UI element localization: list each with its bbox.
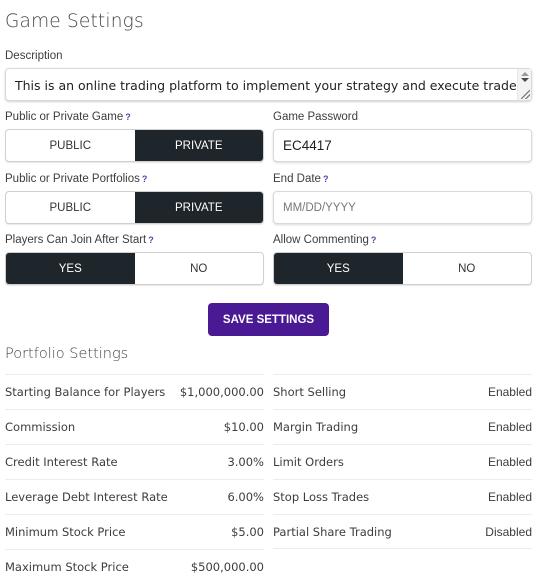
setting-value: $5.00 <box>231 525 264 539</box>
join-yes-option[interactable]: YES <box>6 253 135 284</box>
end-date-label: End Date? <box>273 173 328 185</box>
spin-down-icon[interactable] <box>521 78 529 82</box>
description-label-text: Description <box>5 50 63 62</box>
setting-label: Maximum Stock Price <box>5 560 129 574</box>
textarea-spinner[interactable] <box>517 69 531 100</box>
setting-label: Margin Trading <box>273 420 359 434</box>
end-date-label-text: End Date <box>273 173 321 185</box>
setting-value: $1,000,000.00 <box>179 385 264 399</box>
setting-value: 3.00% <box>227 455 264 469</box>
portfolio-settings-left: Starting Balance for Players $1,000,000.0… <box>5 374 264 583</box>
help-icon[interactable]: ? <box>125 112 131 122</box>
setting-value: Enabled <box>487 455 532 469</box>
setting-label: Starting Balance for Players <box>5 385 166 399</box>
setting-row: Minimum Stock Price $5.00 <box>5 514 264 549</box>
spin-up-icon[interactable] <box>521 72 529 76</box>
game-visibility-label: Public or Private Game? <box>5 111 131 123</box>
setting-label: Partial Share Trading <box>273 524 392 539</box>
end-date-input[interactable]: MM/DD/YYYY <box>273 191 532 224</box>
setting-label: Limit Orders <box>273 455 344 469</box>
setting-value: Enabled <box>487 490 532 504</box>
join-after-start-label-text: Players Can Join After Start <box>5 234 147 246</box>
game-password-input[interactable]: EC4417 <box>273 129 532 162</box>
allow-commenting-label: Allow Commenting? <box>273 234 376 246</box>
setting-value: $10.00 <box>223 420 264 434</box>
commenting-yes-option[interactable]: YES <box>274 253 403 284</box>
game-visibility-toggle[interactable]: PUBLIC PRIVATE <box>5 129 264 162</box>
game-password-label: Game Password <box>273 111 358 123</box>
resize-grip-icon[interactable] <box>521 90 530 99</box>
game-private-option[interactable]: PRIVATE <box>134 130 263 161</box>
help-icon[interactable]: ? <box>148 235 154 245</box>
setting-value: 6.00% <box>227 490 264 504</box>
setting-row: Stop Loss Trades Enabled <box>273 479 532 514</box>
setting-row: Credit Interest Rate 3.00% <box>5 444 264 479</box>
portfolio-public-option[interactable]: PUBLIC <box>6 192 135 223</box>
commenting-no-option[interactable]: NO <box>403 253 532 284</box>
setting-row: Starting Balance for Players $1,000,000.0… <box>5 374 264 409</box>
page-title: Game Settings <box>5 11 144 32</box>
game-public-option[interactable]: PUBLIC <box>6 130 135 161</box>
allow-commenting-toggle[interactable]: YES NO <box>273 252 532 285</box>
allow-commenting-label-text: Allow Commenting <box>273 234 369 246</box>
setting-row: Maximum Stock Price $500,000.00 <box>5 549 264 583</box>
portfolio-visibility-toggle[interactable]: PUBLIC PRIVATE <box>5 191 264 224</box>
join-no-option[interactable]: NO <box>135 253 264 284</box>
setting-row: Partial Share Trading Disabled <box>273 514 532 549</box>
game-visibility-label-text: Public or Private Game <box>5 111 124 123</box>
setting-row: Leverage Debt Interest Rate 6.00% <box>5 479 264 514</box>
description-text[interactable]: This is an online trading platform to im… <box>15 78 527 93</box>
help-icon[interactable]: ? <box>142 174 148 184</box>
setting-value: $500,000.00 <box>190 560 264 574</box>
setting-value: Disabled <box>485 524 532 539</box>
join-after-start-toggle[interactable]: YES NO <box>5 252 264 285</box>
setting-row: Commission $10.00 <box>5 409 264 444</box>
setting-label: Credit Interest Rate <box>5 455 118 469</box>
save-settings-button[interactable]: SAVE SETTINGS <box>208 303 329 336</box>
setting-row: Limit Orders Enabled <box>273 444 532 479</box>
setting-value: Enabled <box>487 385 532 399</box>
setting-row: Margin Trading Enabled <box>273 409 532 444</box>
help-icon[interactable]: ? <box>323 174 329 184</box>
portfolio-private-option[interactable]: PRIVATE <box>134 192 263 223</box>
setting-label: Minimum Stock Price <box>5 525 126 539</box>
portfolio-visibility-label-text: Public or Private Portfolios <box>5 173 140 185</box>
setting-row: Short Selling Enabled <box>273 374 532 409</box>
help-icon[interactable]: ? <box>371 235 377 245</box>
description-textarea[interactable]: This is an online trading platform to im… <box>5 68 532 101</box>
join-after-start-label: Players Can Join After Start? <box>5 234 154 246</box>
game-password-label-text: Game Password <box>273 111 359 123</box>
setting-label: Short Selling <box>273 385 347 399</box>
portfolio-settings-right: Short Selling Enabled Margin Trading Enabl… <box>273 374 532 549</box>
portfolio-visibility-label: Public or Private Portfolios? <box>5 173 147 185</box>
description-label: Description <box>5 50 63 62</box>
portfolio-settings-title: Portfolio Settings <box>5 346 129 362</box>
setting-value: Enabled <box>487 420 532 434</box>
setting-label: Leverage Debt Interest Rate <box>5 490 168 504</box>
setting-label: Stop Loss Trades <box>273 490 370 504</box>
setting-label: Commission <box>5 420 76 434</box>
